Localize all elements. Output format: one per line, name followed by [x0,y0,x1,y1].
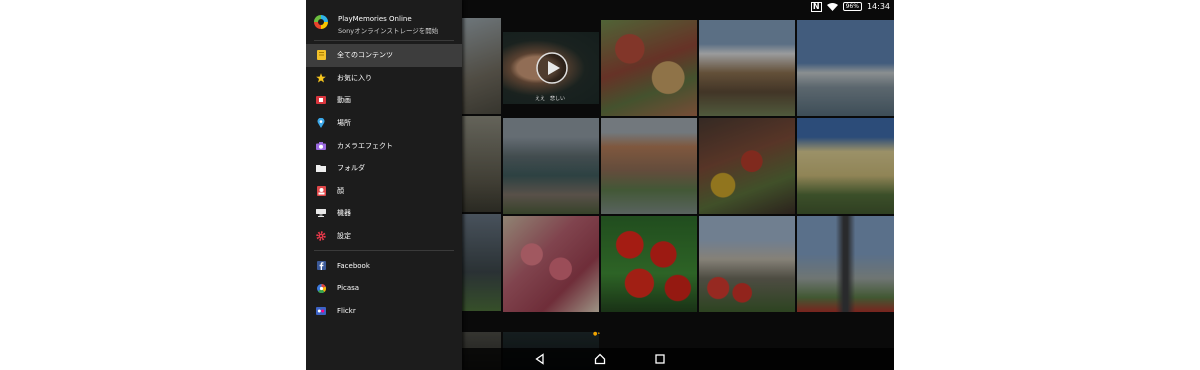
photo-tile[interactable] [699,20,795,116]
battery-icon: 96% [842,2,862,11]
drawer-header[interactable]: PlayMemories Online Sonyオンラインストレージを開始 [306,0,462,40]
photo-tile[interactable] [456,18,501,114]
photo-tile[interactable] [797,216,894,312]
service-item-flickr[interactable]: Flickr [306,300,462,323]
navigation-bar [462,348,894,370]
service-item-label: Flickr [337,306,356,315]
folder-yellow-icon [316,50,326,61]
menu-item-label: 顔 [337,186,344,195]
tablet-screen: N 96% 14:34 ええ 悲しい ●• PlayMemories Onlin… [306,0,894,370]
face-icon [316,185,326,196]
menu-item-label: お気に入り [337,73,372,82]
photo-tile[interactable] [699,216,795,312]
photo-tile[interactable] [456,214,501,311]
menu-item-camera-effects[interactable]: カメラエフェクト [306,134,462,157]
recent-apps-icon[interactable] [654,353,666,365]
folder-icon [316,163,326,173]
wifi-icon [826,2,838,11]
facebook-icon [316,261,326,271]
menu-item-all-content[interactable]: 全てのコンテンツ [306,44,462,67]
play-icon[interactable] [535,51,569,85]
photo-tile[interactable] [503,216,599,312]
video-caption: ええ 悲しい [535,96,566,102]
photo-tile[interactable] [503,118,599,214]
photo-tile[interactable] [456,116,501,212]
photo-tile[interactable] [601,118,697,214]
photo-grid: ええ 悲しい [456,18,894,370]
menu-item-favorites[interactable]: お気に入り [306,67,462,90]
menu-item-label: 機器 [337,209,351,218]
menu-item-places[interactable]: 場所 [306,112,462,135]
camera-icon [316,141,326,151]
service-item-facebook[interactable]: Facebook [306,254,462,277]
device-icon [316,208,326,218]
menu-item-label: 動画 [337,96,351,105]
app-title: PlayMemories Online [338,15,412,23]
menu-item-faces[interactable]: 顔 [306,180,462,203]
photo-tile[interactable] [699,118,795,214]
video-tile[interactable]: ええ 悲しい [503,32,599,104]
service-item-label: Facebook [337,261,370,270]
photo-tile[interactable] [601,216,697,312]
gear-icon [316,231,326,241]
location-pin-icon [316,118,326,129]
playmemories-logo-icon [314,15,328,29]
video-icon [316,95,326,105]
flickr-icon [316,306,326,316]
status-bar: N 96% 14:34 [574,0,894,13]
photo-tile[interactable] [797,20,894,116]
service-item-picasa[interactable]: Picasa [306,277,462,300]
menu-item-devices[interactable]: 機器 [306,202,462,225]
menu-item-label: 全てのコンテンツ [337,51,393,60]
picasa-icon [316,283,326,293]
app-subtitle: Sonyオンラインストレージを開始 [338,27,439,35]
service-item-label: Picasa [337,284,360,293]
menu-item-folders[interactable]: フォルダ [306,157,462,180]
back-icon[interactable] [534,353,546,365]
photo-tile[interactable] [601,20,697,116]
menu-item-videos[interactable]: 動画 [306,89,462,112]
scroll-indicator: ●• [593,331,601,337]
menu-item-settings[interactable]: 設定 [306,225,462,248]
menu-item-label: 設定 [337,232,351,241]
menu-item-label: 場所 [337,119,351,128]
nfc-icon: N [810,1,822,12]
home-icon[interactable] [594,353,606,365]
navigation-drawer: PlayMemories Online Sonyオンラインストレージを開始 全て… [306,0,462,370]
menu-item-label: フォルダ [337,164,365,173]
clock: 14:34 [866,2,890,11]
menu-item-label: カメラエフェクト [337,141,393,150]
photo-tile[interactable] [797,118,894,214]
star-icon [316,73,326,83]
